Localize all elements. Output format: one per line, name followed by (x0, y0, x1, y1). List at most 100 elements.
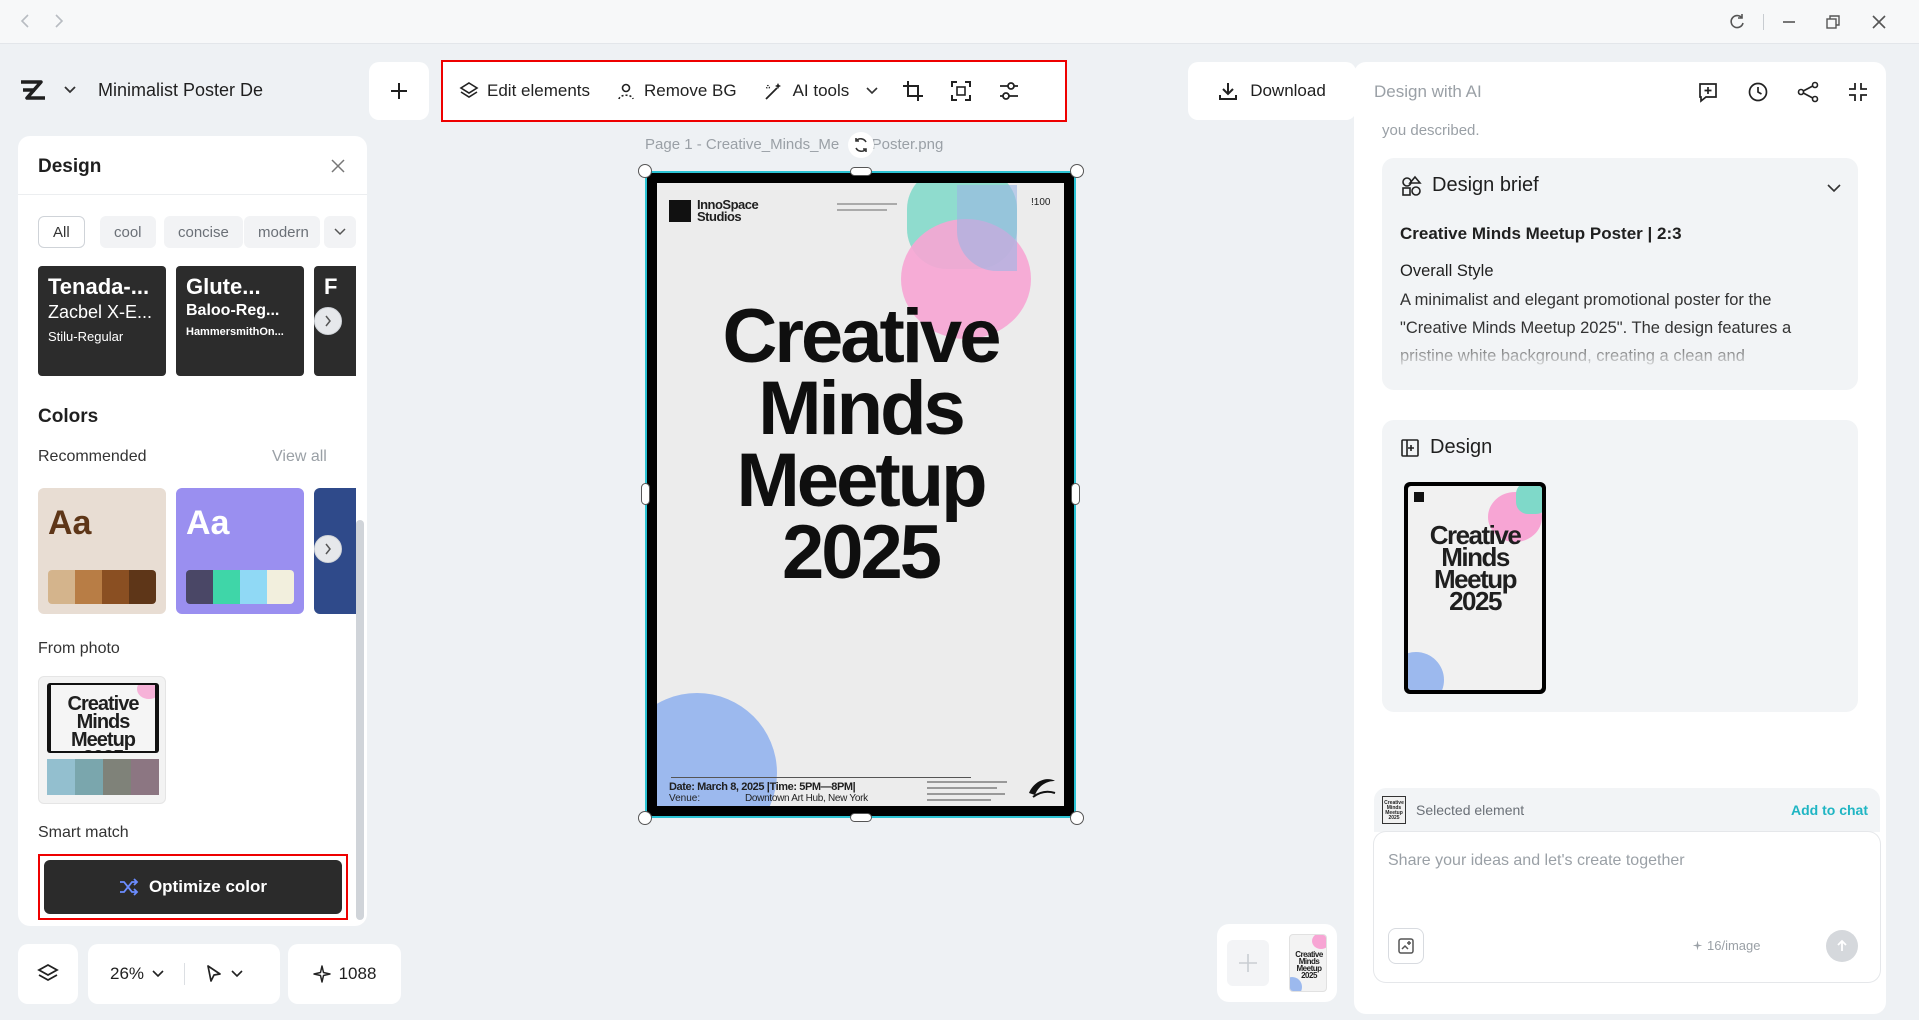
swatch (129, 570, 156, 604)
optimize-color-label: Optimize color (148, 877, 268, 896)
design-brief-heading: Design brief (1400, 174, 1539, 197)
credits-button[interactable]: 1088 (288, 944, 401, 1004)
add-to-chat-button[interactable]: Add to chat (1791, 802, 1868, 818)
palette-sample-text: Aa (186, 504, 230, 542)
rotate-handle[interactable] (848, 132, 874, 158)
poster-emblem (1027, 775, 1057, 801)
chevron-down-icon (231, 970, 243, 978)
upload-image-button[interactable] (1388, 928, 1424, 964)
design-result-card: Design Creative Minds Meetup 2025 (1382, 420, 1858, 712)
logo-icon (21, 80, 45, 100)
chat-input[interactable]: Share your ideas and let's create togeth… (1388, 852, 1848, 870)
refresh-button[interactable] (1722, 7, 1752, 37)
chevron-right-icon (325, 315, 331, 327)
resize-handle-sw[interactable] (638, 811, 652, 825)
font-card[interactable]: Glute... Baloo-Reg... HammersmithOn... (176, 266, 304, 376)
restore-button[interactable] (1818, 7, 1848, 37)
chip-all[interactable]: All (38, 216, 85, 248)
remove-bg-label: Remove BG (644, 81, 737, 100)
photo-swatches (47, 759, 159, 795)
ai-tools-button[interactable]: AI tools (763, 81, 888, 101)
color-palette-card[interactable]: Aa (176, 488, 304, 614)
ai-tools-label: AI tools (792, 81, 850, 100)
selected-element-label: Selected element (1416, 802, 1525, 818)
person-cutout-icon (618, 83, 634, 100)
chip-modern[interactable]: modern (244, 216, 320, 248)
font-name: Zacbel X-E... (48, 302, 153, 322)
chat-input-box: Share your ideas and let's create togeth… (1374, 832, 1880, 982)
chip-concise[interactable]: concise (164, 216, 243, 248)
divider (1763, 14, 1764, 30)
resize-handle-nw[interactable] (638, 164, 652, 178)
brief-collapse-toggle[interactable] (1822, 176, 1846, 200)
title-bar (0, 0, 1919, 44)
chevron-down-icon (334, 228, 346, 236)
blue-circle (1408, 652, 1444, 690)
crop-button[interactable] (901, 79, 925, 103)
thumb-title: Creative Minds Meetup 2025 (1429, 520, 1522, 616)
back-button[interactable] (10, 6, 40, 36)
adjust-button[interactable] (997, 79, 1021, 103)
optimize-color-button[interactable]: Optimize color (44, 860, 342, 914)
share-button[interactable] (1794, 78, 1822, 106)
resize-handle-ne[interactable] (1070, 164, 1084, 178)
font-name: Stilu-Regular (48, 329, 124, 344)
shapes-icon (1402, 175, 1422, 196)
zoom-dropdown[interactable]: 26% (110, 964, 164, 984)
forward-button[interactable] (44, 6, 74, 36)
chip-cool[interactable]: cool (100, 216, 156, 248)
swatch (47, 759, 75, 795)
add-button[interactable] (369, 62, 429, 120)
credits-value: 1088 (338, 964, 377, 983)
chevron-right-icon (55, 14, 64, 28)
app-logo[interactable] (18, 75, 48, 105)
add-page-button[interactable] (1227, 940, 1269, 986)
chevron-down-icon (1827, 183, 1841, 192)
layers-button[interactable] (18, 944, 78, 1004)
resize-handle-s[interactable] (850, 813, 872, 822)
edit-elements-button[interactable]: Edit elements (459, 81, 590, 101)
layers-icon (37, 963, 59, 982)
new-chat-button[interactable] (1694, 78, 1722, 106)
page-thumbnail[interactable]: Creative Minds Meetup 2025 (1289, 934, 1327, 992)
page-thumb-title: Creative Minds Meetup 2025 (1295, 950, 1323, 980)
collapse-panel-button[interactable] (1844, 78, 1872, 106)
cost-indicator: 16/image (1692, 938, 1760, 953)
remove-bg-button[interactable]: Remove BG (616, 81, 737, 101)
poster-canvas[interactable]: InnoSpace Studios !100 Creative Minds Me… (645, 171, 1076, 818)
view-all-link[interactable]: View all (272, 448, 327, 466)
resize-handle-n[interactable] (850, 167, 872, 176)
expand-button[interactable] (949, 79, 973, 103)
document-title[interactable]: Minimalist Poster De (98, 80, 263, 101)
download-button[interactable]: Download (1188, 62, 1356, 120)
fine-print (927, 799, 991, 801)
colors-next-button[interactable] (314, 535, 342, 563)
swatch (75, 570, 102, 604)
photo-palette-card[interactable]: Creative Minds Meetup 2025 (38, 676, 166, 804)
send-button[interactable] (1826, 930, 1858, 962)
color-palette-card[interactable]: Aa (38, 488, 166, 614)
selected-thumbnail: Creative Minds Meetup 2025 (1382, 796, 1406, 824)
design-thumbnail[interactable]: Creative Minds Meetup 2025 (1404, 482, 1546, 694)
fine-print (837, 209, 887, 211)
font-card[interactable]: Tenada-... Zacbel X-E... Stilu-Regular (38, 266, 166, 376)
close-panel-button[interactable] (326, 154, 350, 178)
resize-handle-w[interactable] (641, 483, 650, 505)
font-name: Glute... (186, 274, 261, 299)
history-button[interactable] (1744, 78, 1772, 106)
panel-scrollbar[interactable] (356, 520, 364, 920)
selected-element-row: Creative Minds Meetup 2025 Selected elem… (1374, 788, 1880, 832)
fine-print (927, 781, 1007, 783)
chips-expand-button[interactable] (324, 216, 356, 248)
fonts-next-button[interactable] (314, 307, 342, 335)
poster-venue-label: Venue: (669, 793, 701, 804)
minimize-button[interactable] (1774, 7, 1804, 37)
resize-handle-e[interactable] (1071, 483, 1080, 505)
logo-menu-toggle[interactable] (60, 80, 80, 100)
close-window-button[interactable] (1864, 7, 1894, 37)
resize-handle-se[interactable] (1070, 811, 1084, 825)
expand-frame-icon (951, 81, 972, 101)
pointer-tool-dropdown[interactable] (205, 964, 243, 984)
swatch (213, 570, 240, 604)
rotate-icon (855, 137, 867, 153)
